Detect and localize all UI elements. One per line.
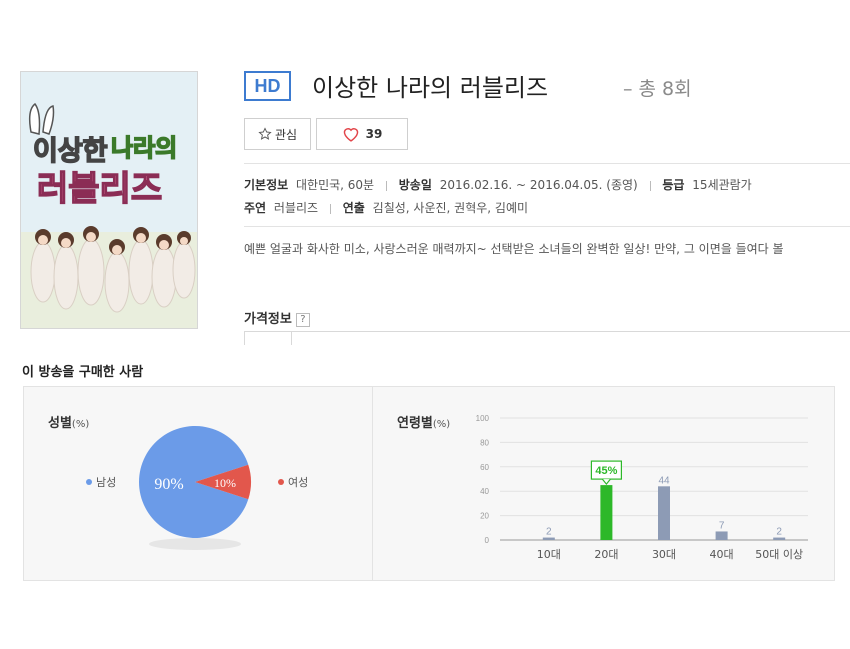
- male-dot-icon: [86, 479, 92, 485]
- legend-female: 여성: [278, 474, 308, 490]
- like-button[interactable]: 39: [316, 118, 408, 150]
- favorite-label: 관심: [274, 127, 298, 142]
- y-tick-label: 40: [480, 487, 489, 496]
- y-tick-label: 20: [480, 512, 489, 521]
- female-dot-icon: [278, 479, 284, 485]
- poster-art: 이상한 나라의 러블리즈: [21, 72, 197, 328]
- legend-male-label: 남성: [96, 476, 117, 489]
- air-date-value: 2016.02.16. ~ 2016.04.05. (종영): [439, 178, 638, 192]
- bar-value-label: 7: [719, 520, 725, 531]
- pie-label-female: 10%: [214, 476, 236, 490]
- price-divider: [244, 331, 850, 332]
- program-description: 예쁜 얼굴과 화사한 미소, 사랑스러운 매력까지~ 선택받은 소녀들의 완벽한…: [244, 242, 784, 256]
- age-bar-chart: 0 20 40 60 80 100 2 10대 45% 20대 44 30대 7 40대 2 50대 이상: [476, 414, 808, 561]
- gender-unit: (%): [71, 419, 90, 430]
- price-info-label: 가격정보: [244, 312, 292, 327]
- divider: [649, 180, 651, 191]
- bar-4: [715, 531, 728, 540]
- bar-value-label: 44: [658, 475, 670, 486]
- cast-value: 러블리즈: [273, 201, 319, 215]
- poster-image[interactable]: 이상한 나라의 러블리즈: [20, 71, 198, 329]
- program-title: 이상한 나라의 러블리즈: [312, 74, 549, 102]
- y-tick-label: 80: [480, 438, 489, 447]
- star-icon: [258, 127, 272, 141]
- bar-5: [773, 537, 786, 540]
- bar-1: [542, 537, 555, 540]
- age-title-text: 연령별: [397, 416, 433, 431]
- age-unit: (%): [432, 419, 451, 430]
- poster-title-line2: 러블리즈: [37, 169, 162, 209]
- bar-value-label: 2: [776, 527, 782, 538]
- divider: [385, 180, 387, 191]
- price-tab[interactable]: [244, 331, 292, 345]
- poster-title-line1b: 나라의: [111, 134, 177, 162]
- pie-shadow: [149, 538, 241, 550]
- age-chart-title: 연령별(%): [397, 412, 450, 431]
- divider: [244, 226, 850, 227]
- gender-chart-title: 성별(%): [48, 412, 89, 431]
- y-tick-label: 100: [476, 414, 490, 423]
- highlight-label-pointer: [601, 478, 611, 486]
- episode-count: – 총 8회: [623, 78, 692, 100]
- bar-2: [600, 485, 613, 540]
- x-tick-label: 20대: [594, 548, 618, 561]
- y-tick-label: 0: [485, 536, 490, 545]
- poster-title-line1a: 이상한: [33, 136, 108, 167]
- basic-info-value: 대한민국, 60분: [296, 178, 375, 192]
- bar-value-label: 45%: [595, 465, 617, 477]
- air-date-label: 방송일: [398, 178, 432, 192]
- price-info-title: 가격정보?: [244, 308, 310, 327]
- y-tick-label: 60: [480, 463, 489, 472]
- gender-pie-chart: 90% 10%: [139, 426, 251, 550]
- x-tick-label: 40대: [710, 548, 734, 561]
- cast-label: 주연: [244, 201, 267, 215]
- info-row-basic: 기본정보 대한민국, 60분 방송일 2016.02.16. ~ 2016.04…: [244, 176, 752, 193]
- help-icon[interactable]: ?: [295, 312, 310, 327]
- rating-value: 15세관람가: [692, 178, 752, 192]
- director-value: 김칠성, 사운진, 권혁우, 김예미: [372, 201, 529, 215]
- x-tick-label: 10대: [537, 548, 561, 561]
- divider: [329, 203, 331, 214]
- legend-male: 남성: [86, 474, 116, 490]
- favorite-button[interactable]: 관심: [244, 118, 311, 150]
- gender-title-text: 성별: [48, 416, 72, 431]
- pie-label-male: 90%: [154, 476, 183, 493]
- x-tick-label: 50대 이상: [755, 548, 803, 561]
- x-tick-label: 30대: [652, 548, 676, 561]
- rating-label: 등급: [662, 178, 685, 192]
- like-count: 39: [365, 127, 383, 141]
- basic-info-label: 기본정보: [244, 178, 289, 192]
- legend-female-label: 여성: [288, 476, 309, 489]
- buyers-section-title: 이 방송을 구매한 사람: [22, 365, 144, 380]
- divider: [244, 163, 850, 164]
- info-row-cast: 주연 러블리즈 연출 김칠성, 사운진, 권혁우, 김예미: [244, 199, 528, 216]
- director-label: 연출: [342, 201, 365, 215]
- heart-icon: [342, 126, 360, 142]
- hd-badge: HD: [244, 71, 291, 101]
- bar-3: [658, 486, 670, 540]
- bar-value-label: 2: [546, 527, 552, 538]
- panel-divider: [372, 386, 373, 581]
